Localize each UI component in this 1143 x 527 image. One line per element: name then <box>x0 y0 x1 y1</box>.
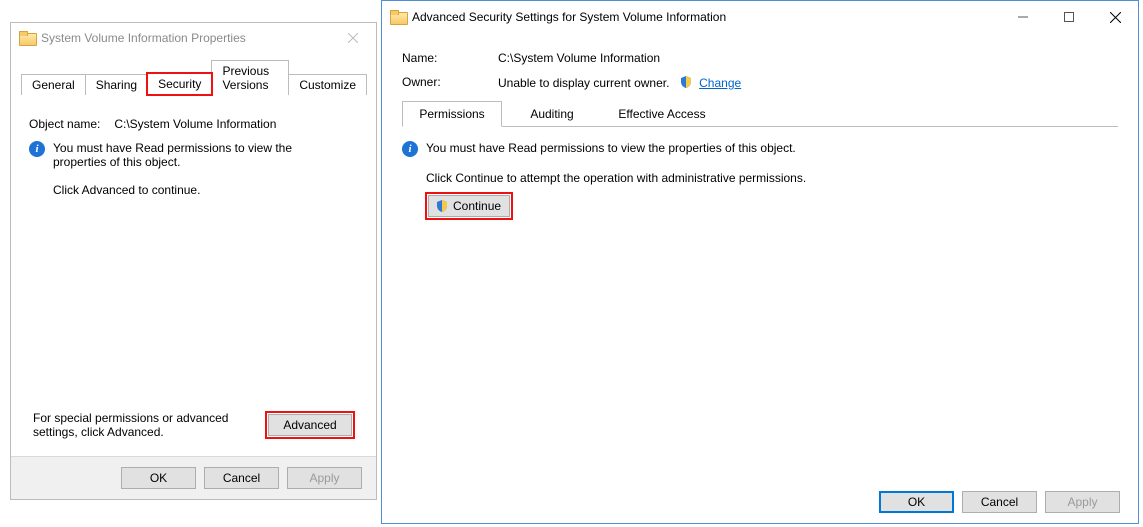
close-button[interactable] <box>1092 2 1138 32</box>
properties-dialog: System Volume Information Properties Gen… <box>10 22 377 500</box>
tab-effective-access[interactable]: Effective Access <box>602 101 722 127</box>
folder-icon <box>390 10 406 24</box>
advanced-security-dialog: Advanced Security Settings for System Vo… <box>381 0 1139 524</box>
tab-previous-versions[interactable]: Previous Versions <box>211 60 289 95</box>
minimize-button[interactable] <box>1000 2 1046 32</box>
subtabs: Permissions Auditing Effective Access <box>402 100 1118 127</box>
tab-customize[interactable]: Customize <box>288 74 367 95</box>
shield-icon <box>435 199 449 213</box>
dialog-buttons: OK Cancel Apply <box>382 481 1138 523</box>
tabs: General Sharing Security Previous Versio… <box>21 59 366 95</box>
maximize-button[interactable] <box>1046 2 1092 32</box>
read-permission-message: You must have Read permissions to view t… <box>426 141 796 155</box>
object-name-value: C:\System Volume Information <box>114 117 276 131</box>
apply-button[interactable]: Apply <box>287 467 362 489</box>
change-owner-link[interactable]: Change <box>699 76 741 90</box>
name-label: Name: <box>402 51 498 65</box>
shield-icon <box>679 75 693 89</box>
dialog-buttons: OK Cancel Apply <box>11 456 376 499</box>
name-value: C:\System Volume Information <box>498 51 660 65</box>
ok-button[interactable]: OK <box>121 467 196 489</box>
cancel-button[interactable]: Cancel <box>962 491 1037 513</box>
object-name-row: Object name: C:\System Volume Informatio… <box>29 117 358 131</box>
close-button[interactable] <box>330 23 376 53</box>
read-permission-message: You must have Read permissions to view t… <box>53 141 343 169</box>
tab-auditing[interactable]: Auditing <box>502 101 602 127</box>
titlebar[interactable]: Advanced Security Settings for System Vo… <box>382 1 1138 33</box>
ok-button[interactable]: OK <box>879 491 954 513</box>
continue-button-label: Continue <box>453 199 501 213</box>
apply-button[interactable]: Apply <box>1045 491 1120 513</box>
click-advanced-message: Click Advanced to continue. <box>53 183 343 197</box>
info-icon: i <box>402 141 418 157</box>
tab-security[interactable]: Security <box>147 73 212 95</box>
tab-sharing[interactable]: Sharing <box>85 74 148 95</box>
continue-button[interactable]: Continue <box>428 195 510 217</box>
info-icon: i <box>29 141 45 157</box>
special-permissions-text: For special permissions or advanced sett… <box>33 411 243 439</box>
owner-label: Owner: <box>402 75 498 90</box>
folder-icon <box>19 31 35 45</box>
cancel-button[interactable]: Cancel <box>204 467 279 489</box>
window-title: System Volume Information Properties <box>41 31 246 45</box>
advanced-button[interactable]: Advanced <box>268 414 352 436</box>
object-name-label: Object name: <box>29 117 111 131</box>
tab-permissions[interactable]: Permissions <box>402 101 502 127</box>
click-continue-message: Click Continue to attempt the operation … <box>426 171 1118 185</box>
tab-general[interactable]: General <box>21 74 86 95</box>
titlebar[interactable]: System Volume Information Properties <box>11 23 376 53</box>
owner-value: Unable to display current owner. <box>498 76 669 90</box>
window-title: Advanced Security Settings for System Vo… <box>412 10 726 24</box>
